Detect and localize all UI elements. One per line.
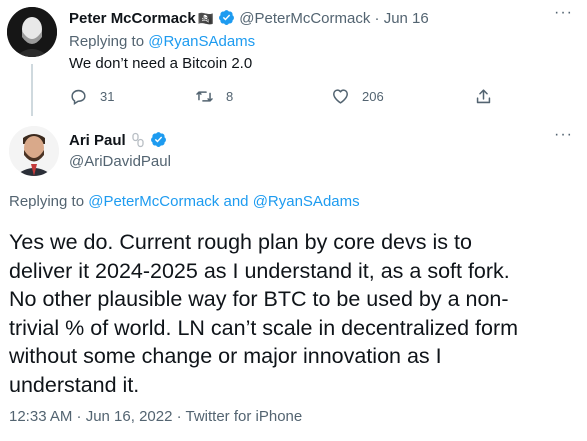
parent-author-name[interactable]: Peter McCormack [69,10,196,27]
reply-count: 31 [100,89,115,104]
pirate-flag-emoji: 🏴‍☠️ [197,11,214,26]
parent-more-icon[interactable]: ··· [554,4,573,22]
replying-to-link-1[interactable]: @PeterMcCormack [88,193,219,210]
tweet-text-line: No other plausible way for BTC to be use… [9,287,509,311]
replying-to-link-2[interactable]: @RyanSAdams [253,193,360,210]
main-author-name[interactable]: Ari Paul [69,132,126,149]
main-tweet-text: Yes we do. Current rough plan by core de… [9,228,518,399]
verified-badge-icon [150,131,167,152]
retweet-button[interactable]: 8 [195,87,233,106]
separator-dot: · [374,10,380,27]
parent-avatar[interactable] [7,7,57,57]
main-author-row: Ari Paul [69,131,167,152]
tweet-text-line: trivial % of world. LN can’t scale in de… [9,315,519,340]
main-timestamp[interactable]: 12:33 AM · Jun 16, 2022 · Twitter for iP… [9,408,302,425]
tweet-text-line: Yes we do. Current rough plan by core de… [9,230,472,254]
verified-badge-icon [218,9,235,30]
tweet-text-line: deliver it 2024-2025 as I understand it,… [9,258,510,283]
share-icon [474,87,493,106]
replying-and: and [223,193,249,210]
main-handle[interactable]: @AriDavidPaul [69,153,171,170]
main-more-icon[interactable]: ··· [554,126,573,144]
parent-date[interactable]: Jun 16 [384,10,429,27]
main-replying-line: Replying to @PeterMcCormack and @RyanSAd… [9,193,360,210]
thread-connector-line [31,64,33,116]
share-button[interactable] [474,87,493,106]
retweet-count: 8 [226,89,234,104]
tweet-text-line: understand it. [9,372,140,397]
like-button[interactable]: 206 [331,87,384,106]
reply-icon [69,87,88,106]
replying-to-link[interactable]: @RyanSAdams [148,33,255,50]
parent-header: Peter McCormack 🏴‍☠️ @PeterMcCormack · Ju… [69,9,429,30]
main-avatar[interactable] [9,126,59,176]
like-icon [331,87,350,106]
parent-tweet-text: We don’t need a Bitcoin 2.0 [69,55,253,72]
replying-prefix: Replying to [69,33,145,50]
retweet-icon [195,87,214,106]
reply-button[interactable]: 31 [69,87,114,106]
parent-replying-line: Replying to @RyanSAdams [69,33,255,50]
chain-link-emoji [130,132,146,152]
parent-handle[interactable]: @PeterMcCormack [239,10,370,27]
like-count: 206 [362,89,384,104]
tweet-text-line: without some change or major innovation … [9,344,442,368]
replying-prefix: Replying to [9,193,85,210]
